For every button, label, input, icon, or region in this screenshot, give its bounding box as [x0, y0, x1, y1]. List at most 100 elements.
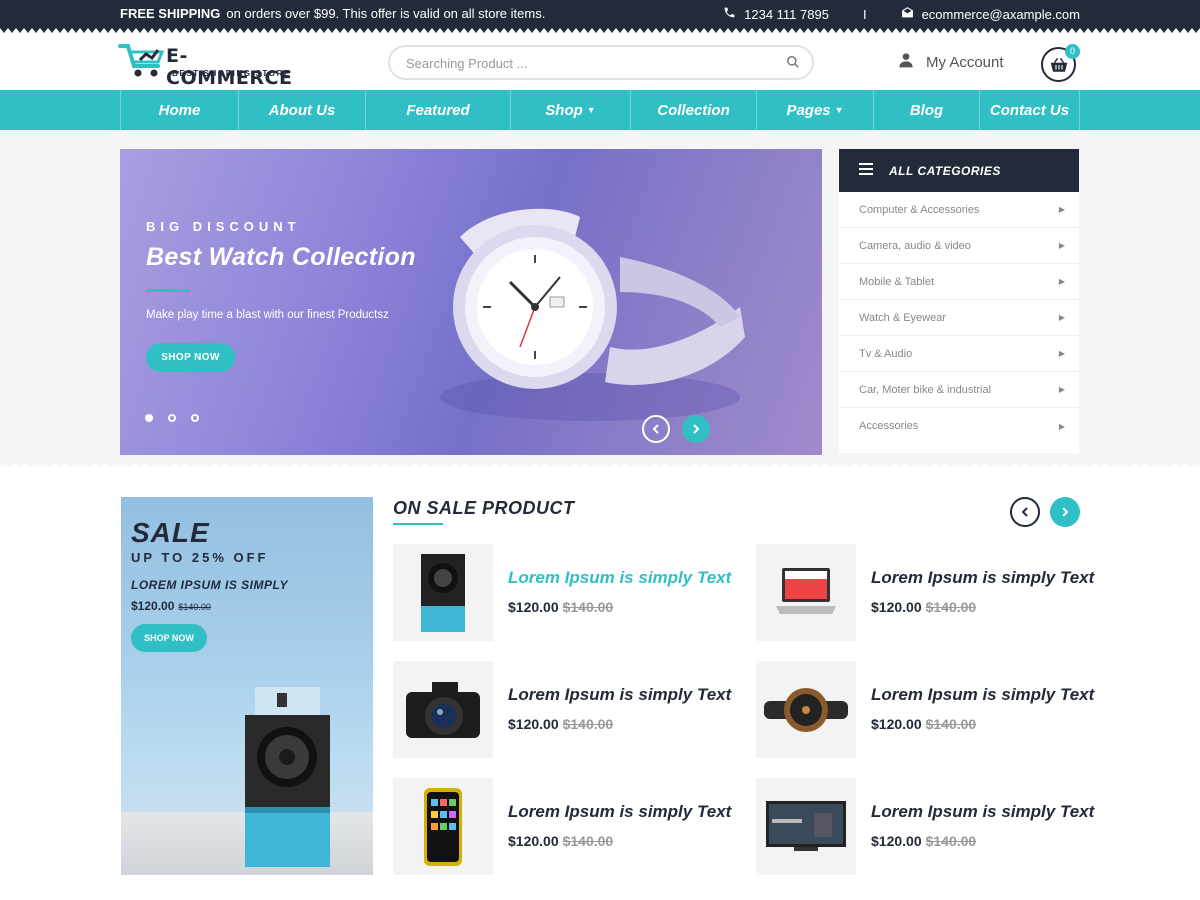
- category-item[interactable]: Camera, audio & video ▶: [839, 228, 1079, 264]
- nav-label: Featured: [406, 101, 470, 119]
- product-name[interactable]: Lorem Ipsum is simply Text: [508, 685, 731, 705]
- hero-eyebrow: BIG DISCOUNT: [146, 219, 301, 234]
- product-price: $120.00 $140.00: [871, 599, 976, 615]
- old-price: $140.00: [562, 599, 614, 615]
- product-card[interactable]: Lorem Ipsum is simply Text $120.00 $140.0…: [393, 661, 733, 758]
- categories-title: ALL CATEGORIES: [889, 163, 1001, 178]
- category-item[interactable]: Accessories ▶: [839, 408, 1079, 444]
- search-icon[interactable]: [786, 55, 800, 74]
- caret-right-icon: ▶: [1058, 313, 1065, 322]
- caret-right-icon: ▶: [1058, 241, 1065, 250]
- brand-tagline: BEST SHOPING STORE: [172, 69, 291, 78]
- product-card[interactable]: Lorem Ipsum is simply Text $120.00 $140.0…: [393, 778, 733, 875]
- category-item[interactable]: Mobile & Tablet ▶: [839, 264, 1079, 300]
- price: $120.00: [508, 716, 559, 732]
- category-item[interactable]: Watch & Eyewear ▶: [839, 300, 1079, 336]
- nav-blog[interactable]: Blog: [873, 90, 979, 130]
- price: $120.00: [508, 833, 559, 849]
- nav-label: Collection: [657, 101, 730, 119]
- product-price: $120.00 $140.00: [871, 833, 976, 849]
- product-price: $120.00 $140.00: [871, 716, 976, 732]
- hero-underline: [146, 289, 190, 292]
- chevron-left-icon: [1021, 507, 1028, 517]
- nav-home[interactable]: Home: [120, 90, 238, 130]
- price: $120.00: [871, 716, 922, 732]
- nav-label: Pages: [786, 101, 831, 119]
- products-next-button[interactable]: [1050, 497, 1080, 527]
- category-item[interactable]: Tv & Audio ▶: [839, 336, 1079, 372]
- product-price: $120.00 $140.00: [508, 833, 613, 849]
- products-prev-button[interactable]: [1010, 497, 1040, 527]
- nav-label: Contact Us: [989, 101, 1070, 119]
- nav-contact-us[interactable]: Contact Us: [979, 90, 1080, 130]
- nav-pages[interactable]: Pages ▼: [756, 90, 873, 130]
- product-card[interactable]: Lorem Ipsum is simply Text $120.00 $140.0…: [756, 661, 1096, 758]
- caret-right-icon: ▶: [1058, 205, 1065, 214]
- search-bar: [388, 45, 814, 80]
- email-icon: [901, 6, 914, 22]
- email-address[interactable]: ecommerce@axample.com: [922, 7, 1080, 22]
- phone-number[interactable]: 1234 111 7895: [744, 7, 829, 22]
- promo-text: on orders over $99. This offer is valid …: [226, 6, 546, 21]
- phone-icon: [723, 6, 736, 22]
- product-card[interactable]: Lorem Ipsum is simply Text $120.00 $140.0…: [756, 778, 1096, 875]
- search-input[interactable]: [406, 54, 766, 72]
- nav-label: About Us: [268, 101, 336, 119]
- chevron-down-icon: ▼: [834, 105, 844, 115]
- chevron-right-icon: [693, 424, 700, 434]
- nav-label: Home: [158, 101, 201, 119]
- category-label: Computer & Accessories: [859, 203, 980, 216]
- nav-label: Blog: [909, 101, 944, 119]
- nav-about-us[interactable]: About Us: [238, 90, 365, 130]
- caret-right-icon: ▶: [1058, 385, 1065, 394]
- product-name[interactable]: Lorem Ipsum is simply Text: [871, 685, 1094, 705]
- product-card[interactable]: Lorem Ipsum is simply Text $120.00 $140.0…: [393, 544, 733, 641]
- nav-featured[interactable]: Featured: [365, 90, 510, 130]
- sale-subheading: UP TO 25% OFF: [131, 550, 269, 565]
- category-item[interactable]: Computer & Accessories ▶: [839, 192, 1079, 228]
- cart-button[interactable]: 0: [1041, 44, 1080, 82]
- nav-shop[interactable]: Shop ▼: [510, 90, 630, 130]
- product-name[interactable]: Lorem Ipsum is simply Text: [508, 802, 731, 822]
- my-account-link[interactable]: My Account: [898, 52, 1004, 72]
- caret-right-icon: ▶: [1058, 349, 1065, 358]
- laptop-icon: [756, 544, 856, 641]
- cart-logo-icon: [118, 44, 165, 77]
- category-item[interactable]: Car, Moter bike & industrial ▶: [839, 372, 1079, 408]
- old-price: $140.00: [925, 833, 977, 849]
- basket-icon: [1050, 57, 1068, 72]
- wristwatch-image: [440, 208, 745, 421]
- wristwatch-icon: [756, 661, 856, 758]
- slider-dot-1[interactable]: [145, 414, 153, 422]
- categories-panel: ALL CATEGORIES Computer & Accessories ▶ C…: [839, 149, 1079, 453]
- sale-shop-now-button[interactable]: SHOP NOW: [131, 624, 207, 652]
- slider-dot-2[interactable]: [168, 414, 176, 422]
- old-price: $140.00: [178, 602, 211, 612]
- slider-prev-button[interactable]: [642, 415, 670, 443]
- categories-header[interactable]: ALL CATEGORIES: [839, 149, 1079, 192]
- main-navigation: Home About Us Featured Shop ▼ Collection …: [0, 90, 1200, 130]
- old-price: $140.00: [562, 833, 614, 849]
- product-price: $120.00 $140.00: [508, 716, 613, 732]
- site-logo[interactable]: E-COMMERCE BEST SHOPING STORE: [118, 42, 298, 89]
- slider-next-button[interactable]: [682, 415, 710, 443]
- sale-price: $120.00 $140.00: [131, 599, 211, 613]
- product-card[interactable]: Lorem Ipsum is simply Text $120.00 $140.0…: [756, 544, 1096, 641]
- old-price: $140.00: [925, 716, 977, 732]
- price: $120.00: [871, 833, 922, 849]
- divider: I: [862, 6, 867, 22]
- nav-collection[interactable]: Collection: [630, 90, 756, 130]
- category-label: Accessories: [859, 420, 919, 432]
- zigzag-divider: [0, 28, 1200, 34]
- product-name[interactable]: Lorem Ipsum is simply Text: [508, 568, 731, 588]
- shop-now-button[interactable]: SHOP NOW: [146, 343, 235, 372]
- speaker-image: [245, 687, 330, 867]
- title-underline: [393, 523, 443, 525]
- user-icon: [898, 52, 914, 72]
- product-name[interactable]: Lorem Ipsum is simply Text: [871, 802, 1094, 822]
- slider-dot-3[interactable]: [191, 414, 199, 422]
- chevron-right-icon: [1062, 507, 1069, 517]
- product-price: $120.00 $140.00: [508, 599, 613, 615]
- product-name[interactable]: Lorem Ipsum is simply Text: [871, 568, 1094, 588]
- promo-bold: FREE SHIPPING: [120, 6, 221, 21]
